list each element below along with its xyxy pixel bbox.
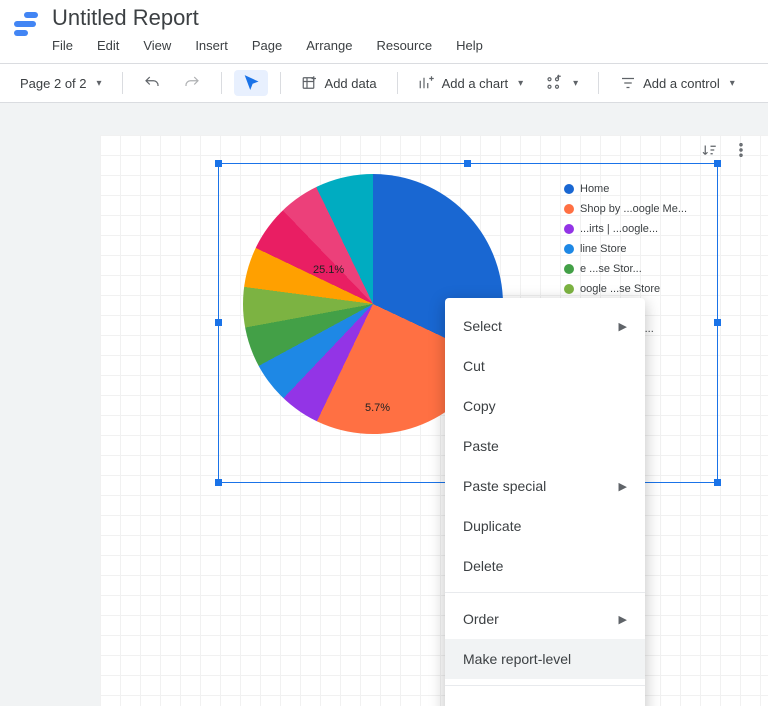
chart-icon	[418, 74, 436, 92]
ctx-paste-special[interactable]: Paste special ▶	[445, 466, 645, 506]
ctx-item-label: Paste special	[463, 478, 546, 494]
filter-icon	[619, 74, 637, 92]
legend-swatch	[564, 204, 574, 214]
legend-label: oogle ...se Store	[580, 282, 714, 296]
menu-page[interactable]: Page	[240, 34, 294, 57]
menu-edit[interactable]: Edit	[85, 34, 131, 57]
kebab-menu-icon[interactable]	[732, 141, 750, 159]
submenu-arrow-icon: ▶	[619, 480, 627, 493]
redo-button[interactable]	[175, 70, 209, 96]
ctx-blend-data: Blend data	[445, 692, 645, 706]
ctx-make-report-level[interactable]: Make report-level	[445, 639, 645, 679]
community-icon	[545, 74, 563, 92]
ctx-cut[interactable]: Cut	[445, 346, 645, 386]
legend-swatch	[564, 184, 574, 194]
resize-handle[interactable]	[714, 319, 721, 326]
community-viz-button[interactable]	[537, 70, 586, 96]
page-indicator[interactable]: Page 2 of 2	[12, 72, 110, 95]
legend-label: Home	[580, 182, 714, 196]
resize-handle[interactable]	[215, 160, 222, 167]
legend-swatch	[564, 224, 574, 234]
toolbar: Page 2 of 2 Add data Add a chart Add a c…	[0, 63, 768, 103]
menu-file[interactable]: File	[52, 34, 85, 57]
menu-arrange[interactable]: Arrange	[294, 34, 364, 57]
legend-item: Home	[564, 182, 714, 196]
ctx-duplicate[interactable]: Duplicate	[445, 506, 645, 546]
legend-swatch	[564, 284, 574, 294]
resize-handle[interactable]	[464, 160, 471, 167]
report-page[interactable]: 25.1% 5.7% Home Shop by ...oogle Me......…	[100, 135, 768, 706]
document-title[interactable]: Untitled Report	[52, 6, 495, 30]
ctx-item-label: Copy	[463, 398, 496, 414]
menu-insert[interactable]: Insert	[183, 34, 240, 57]
ctx-order[interactable]: Order ▶	[445, 599, 645, 639]
ctx-item-label: Paste	[463, 438, 499, 454]
ctx-delete[interactable]: Delete	[445, 546, 645, 586]
add-data-button[interactable]: Add data	[293, 70, 385, 96]
submenu-arrow-icon: ▶	[619, 320, 627, 333]
menu-view[interactable]: View	[131, 34, 183, 57]
ctx-item-label: Order	[463, 611, 499, 627]
legend-label: ...irts | ...oogle...	[580, 222, 714, 236]
legend-item: line Store	[564, 242, 714, 256]
context-menu: Select ▶ Cut Copy Paste Paste special ▶ Duplica…	[445, 298, 645, 706]
legend-label: line Store	[580, 242, 714, 256]
legend-item: Shop by ...oogle Me...	[564, 202, 714, 216]
undo-button[interactable]	[135, 70, 169, 96]
legend-item: ...irts | ...oogle...	[564, 222, 714, 236]
toolbar-separator	[122, 72, 123, 94]
resize-handle[interactable]	[215, 479, 222, 486]
legend-label: e ...se Stor...	[580, 262, 714, 276]
toolbar-separator	[598, 72, 599, 94]
add-chart-button[interactable]: Add a chart	[410, 70, 532, 96]
data-source-icon	[301, 74, 319, 92]
undo-icon	[143, 74, 161, 92]
menu-help[interactable]: Help	[444, 34, 495, 57]
ctx-item-label: Duplicate	[463, 518, 521, 534]
slice-label: 5.7%	[365, 402, 390, 414]
ctx-item-label: Make report-level	[463, 651, 571, 667]
ctx-item-label: Select	[463, 318, 502, 334]
menu-resource[interactable]: Resource	[364, 34, 444, 57]
redo-icon	[183, 74, 201, 92]
cursor-icon	[242, 74, 260, 92]
legend-swatch	[564, 244, 574, 254]
app-header: Untitled Report FileEditViewInsertPageAr…	[0, 0, 768, 57]
app-logo[interactable]	[14, 6, 42, 36]
ctx-paste[interactable]: Paste	[445, 426, 645, 466]
toolbar-separator	[397, 72, 398, 94]
menu-bar: FileEditViewInsertPageArrangeResourceHel…	[52, 34, 495, 57]
ctx-item-label: Cut	[463, 358, 485, 374]
toolbar-separator	[221, 72, 222, 94]
ctx-item-label: Blend data	[463, 704, 530, 706]
ctx-item-label: Delete	[463, 558, 503, 574]
legend-label: Shop by ...oogle Me...	[580, 202, 714, 216]
canvas-area[interactable]: 25.1% 5.7% Home Shop by ...oogle Me......…	[0, 103, 768, 706]
resize-handle[interactable]	[215, 319, 222, 326]
sort-icon[interactable]	[700, 141, 718, 159]
resize-handle[interactable]	[714, 160, 721, 167]
legend-item: oogle ...se Store	[564, 282, 714, 296]
slice-label: 25.1%	[313, 264, 344, 276]
legend-swatch	[564, 264, 574, 274]
add-control-button[interactable]: Add a control	[611, 70, 743, 96]
legend-item: e ...se Stor...	[564, 262, 714, 276]
resize-handle[interactable]	[714, 479, 721, 486]
ctx-select[interactable]: Select ▶	[445, 306, 645, 346]
toolbar-separator	[280, 72, 281, 94]
ctx-copy[interactable]: Copy	[445, 386, 645, 426]
submenu-arrow-icon: ▶	[619, 613, 627, 626]
select-tool-button[interactable]	[234, 70, 268, 96]
